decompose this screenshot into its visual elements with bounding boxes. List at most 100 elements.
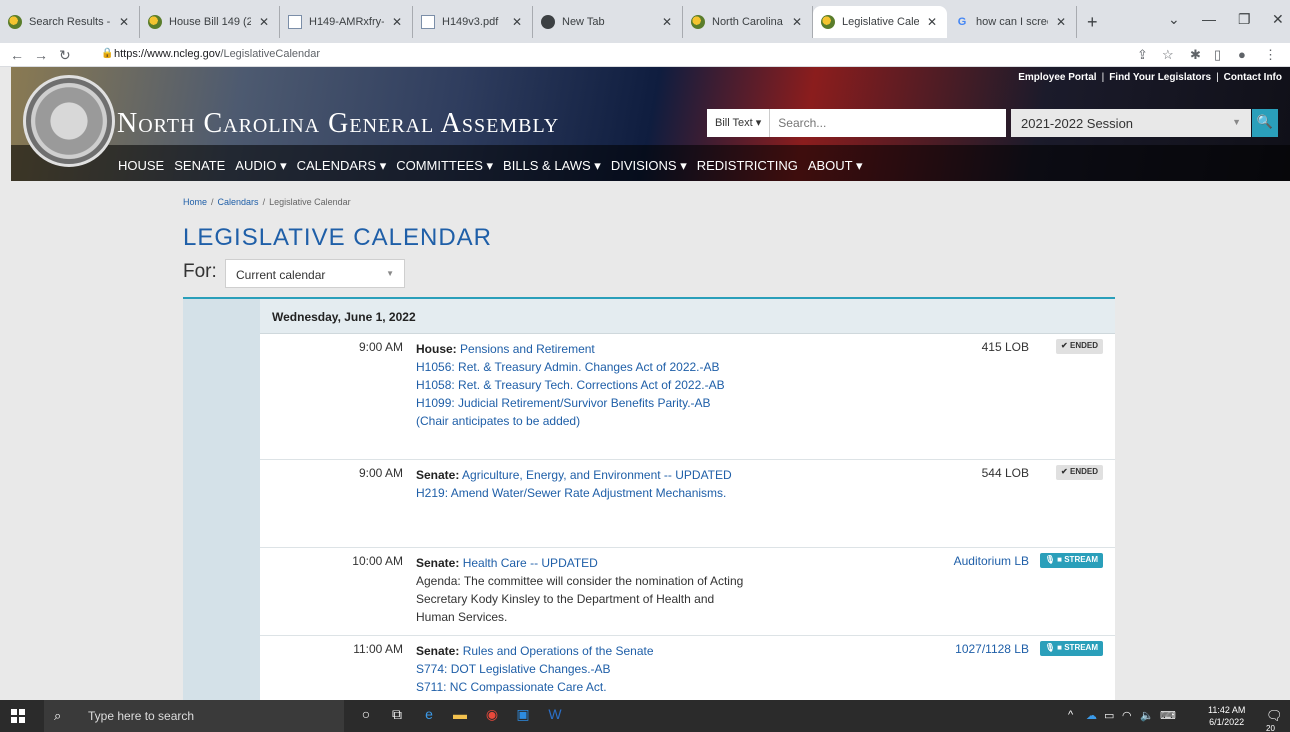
bill-link[interactable]: S711: NC Compassionate Care Act. [416, 680, 607, 694]
breadcrumb-home[interactable]: Home [183, 197, 207, 207]
browser-tab[interactable]: G how can I screen ✕ [947, 6, 1077, 38]
committee-link[interactable]: Pensions and Retirement [460, 342, 595, 356]
browser-tab[interactable]: New Tab ✕ [533, 6, 683, 38]
edge-icon[interactable]: e [419, 706, 439, 726]
close-icon[interactable]: ✕ [790, 15, 804, 29]
calendar-table: Wednesday, June 1, 2022 9:00 AM House: P… [183, 297, 1115, 700]
event-time: 10:00 AM [352, 554, 403, 568]
browser-tab[interactable]: H149-AMRxfry-3 ✕ [280, 6, 413, 38]
sidepanel-icon[interactable]: ▯ [1214, 47, 1221, 63]
tab-search-icon[interactable]: ⌄ [1168, 11, 1180, 28]
taskbar-search[interactable]: ⌕ Type here to search [44, 700, 344, 732]
nav-bills-laws[interactable]: BILLS & LAWS ▾ [503, 158, 601, 174]
bill-link[interactable]: H1099: Judicial Retirement/Survivor Bene… [416, 396, 711, 410]
close-icon[interactable]: ✕ [257, 15, 271, 29]
committee-link[interactable]: Agriculture, Energy, and Environment -- … [462, 468, 732, 482]
cortana-icon[interactable]: ○ [356, 706, 376, 726]
tab-title: Search Results - I [29, 16, 111, 28]
state-seal-logo[interactable] [23, 75, 115, 167]
bill-text-dropdown[interactable]: Bill Text ▾ [707, 109, 771, 137]
event-location-link[interactable]: 1027/1128 LB [955, 642, 1029, 656]
bill-link[interactable]: H1058: Ret. & Treasury Tech. Corrections… [416, 378, 725, 392]
nav-about[interactable]: ABOUT ▾ [808, 158, 863, 174]
back-icon[interactable]: ← [10, 47, 24, 63]
search-button[interactable]: 🔍 [1252, 109, 1278, 137]
search-input[interactable] [770, 109, 1007, 137]
reload-icon[interactable]: ↻ [59, 47, 71, 64]
menu-icon[interactable]: ⋮ [1264, 47, 1277, 63]
windows-start-icon[interactable] [11, 709, 25, 723]
event-chamber: Senate: [416, 468, 460, 482]
nav-house[interactable]: HOUSE [118, 158, 164, 174]
employee-portal-link[interactable]: Employee Portal [1018, 72, 1096, 83]
status-text: ENDED [1069, 341, 1098, 350]
nav-calendars[interactable]: CALENDARS ▾ [297, 158, 387, 174]
browser-tab[interactable]: H149v3.pdf ✕ [413, 6, 533, 38]
caret-down-icon: ▼ [1232, 117, 1241, 127]
search-bar: Bill Text ▾ [707, 109, 1007, 137]
tray-chevron-icon[interactable]: ^ [1068, 709, 1073, 721]
close-icon[interactable]: ✕ [510, 15, 524, 29]
contact-info-link[interactable]: Contact Info [1224, 72, 1282, 83]
event-description: House: Pensions and Retirement H1056: Re… [416, 340, 756, 430]
browser-tab[interactable]: Search Results - I ✕ [0, 6, 140, 38]
nav-redistricting[interactable]: REDISTRICTING [697, 158, 798, 174]
find-legislators-link[interactable]: Find Your Legislators [1109, 72, 1211, 83]
event-location-link[interactable]: Auditorium LB [954, 554, 1029, 568]
close-icon[interactable]: ✕ [660, 15, 674, 29]
url-path: /LegislativeCalendar [220, 48, 321, 60]
volume-icon[interactable]: 🔈 [1140, 709, 1154, 722]
url-field[interactable]: https://www.ncleg.gov/LegislativeCalenda… [114, 48, 320, 60]
ncga-favicon-icon [148, 15, 162, 29]
breadcrumb-calendars[interactable]: Calendars [218, 197, 259, 207]
browser-tab[interactable]: North Carolina G ✕ [683, 6, 813, 38]
bill-link[interactable]: H219: Amend Water/Sewer Rate Adjustment … [416, 486, 726, 500]
outlook-icon[interactable]: ▣ [513, 706, 533, 726]
calendar-select[interactable]: Current calendar ▼ [225, 259, 405, 288]
site-brand[interactable]: North Carolina General Assembly [117, 108, 559, 140]
browser-tab[interactable]: House Bill 149 (2( ✕ [140, 6, 280, 38]
event-location: 415 LOB [981, 340, 1029, 354]
extensions-icon[interactable]: ✱ [1190, 47, 1201, 63]
language-icon[interactable]: ⌨ [1160, 709, 1176, 722]
close-icon[interactable]: ✕ [925, 15, 939, 29]
calendar-event-row: 9:00 AM House: Pensions and Retirement H… [260, 334, 1115, 460]
bill-link[interactable]: H1056: Ret. & Treasury Admin. Changes Ac… [416, 360, 720, 374]
onedrive-icon[interactable]: ☁ [1086, 709, 1097, 722]
window-close-icon[interactable]: ✕ [1272, 11, 1284, 28]
breadcrumb-separator: / [262, 197, 266, 207]
new-tab-button[interactable]: + [1087, 12, 1098, 33]
committee-link[interactable]: Health Care -- UPDATED [463, 556, 598, 570]
minimize-icon[interactable]: — [1202, 11, 1216, 27]
committee-link[interactable]: Rules and Operations of the Senate [463, 644, 654, 658]
chrome-icon[interactable]: ◉ [482, 706, 502, 726]
task-view-icon[interactable]: ⧉ [387, 706, 407, 726]
close-icon[interactable]: ✕ [390, 15, 404, 29]
bill-link[interactable]: S774: DOT Legislative Changes.-AB [416, 662, 611, 676]
address-bar-row: ← → ↻ 🔒 https://www.ncleg.gov/Legislativ… [0, 43, 1290, 67]
wifi-icon[interactable]: ◠ [1122, 709, 1132, 722]
stream-badge[interactable]: 🎙 ■ STREAM [1039, 553, 1103, 568]
close-icon[interactable]: ✕ [1054, 15, 1068, 29]
agenda-note[interactable]: (Chair anticipates to be added) [416, 414, 580, 428]
close-icon[interactable]: ✕ [117, 15, 131, 29]
forward-icon[interactable]: → [34, 47, 48, 63]
stream-badge[interactable]: 🎙 ■ STREAM [1039, 641, 1103, 656]
session-select[interactable]: 2021-2022 Session ▼ [1011, 109, 1251, 137]
battery-icon[interactable]: ▭ [1104, 709, 1114, 722]
nav-audio[interactable]: AUDIO ▾ [235, 158, 286, 174]
nav-divisions[interactable]: DIVISIONS ▾ [611, 158, 687, 174]
bookmark-star-icon[interactable]: ☆ [1162, 47, 1174, 63]
caret-down-icon: ▼ [386, 269, 394, 278]
nav-senate[interactable]: SENATE [174, 158, 225, 174]
browser-tab-active[interactable]: Legislative Calen ✕ [813, 6, 947, 38]
notification-center-icon[interactable]: 🗨20 [1266, 708, 1290, 732]
profile-icon[interactable]: ● [1238, 47, 1246, 62]
share-icon[interactable]: ⇪ [1137, 47, 1148, 63]
taskbar-clock[interactable]: 11:42 AM 6/1/2022 [1208, 704, 1245, 728]
maximize-icon[interactable]: ❐ [1238, 11, 1251, 28]
event-description: Senate: Health Care -- UPDATED Agenda: T… [416, 554, 756, 626]
word-icon[interactable]: W [545, 706, 565, 726]
file-explorer-icon[interactable]: ▬ [450, 706, 470, 726]
nav-committees[interactable]: COMMITTEES ▾ [396, 158, 493, 174]
